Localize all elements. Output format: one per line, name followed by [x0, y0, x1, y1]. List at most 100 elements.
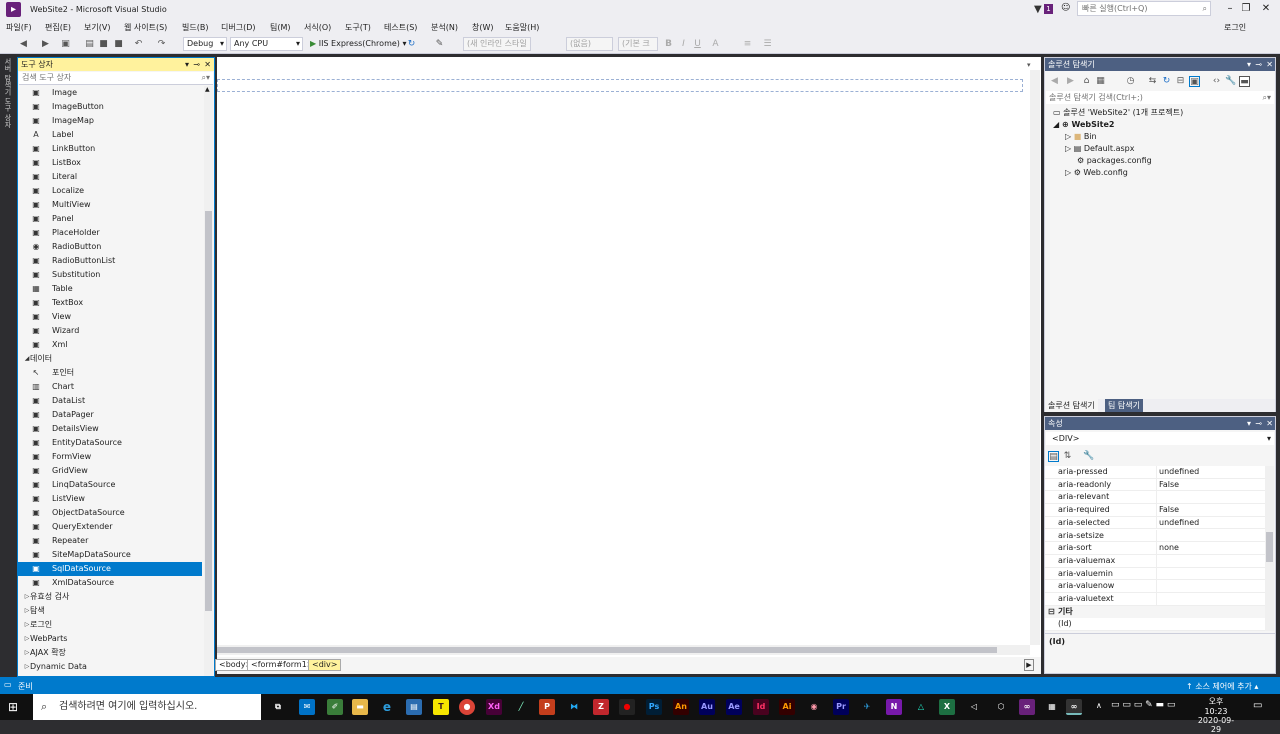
back-icon[interactable]: ◀: [1049, 76, 1060, 87]
alphabetical-icon[interactable]: ⇅: [1062, 451, 1073, 462]
breadcrumb-div[interactable]: <div>: [308, 659, 342, 671]
notification-icon[interactable]: 1: [1044, 4, 1053, 14]
tab-solution-explorer[interactable]: 솔루션 탐색기: [1045, 399, 1098, 412]
toolbox-item[interactable]: ▣ SqlDataSource: [18, 562, 202, 576]
menu-edit[interactable]: 편집(E): [45, 22, 71, 33]
property-row[interactable]: aria-required False: [1045, 504, 1265, 517]
collapse-all-icon[interactable]: ⊟: [1175, 76, 1186, 87]
list-icon[interactable]: ☰: [762, 39, 773, 50]
underline-icon[interactable]: U: [692, 39, 703, 50]
menu-tools[interactable]: 도구(T): [345, 22, 371, 33]
refresh-icon[interactable]: ↻: [1161, 76, 1172, 87]
packages-config-node[interactable]: ⚙ packages.config: [1077, 155, 1152, 167]
toolbox-item[interactable]: ▣ QueryExtender: [18, 520, 202, 534]
scroll-thumb[interactable]: [1266, 532, 1273, 562]
bin-folder-node[interactable]: ▷ ■ Bin: [1065, 131, 1097, 143]
toolbox-item[interactable]: ▣ SiteMapDataSource: [18, 548, 202, 562]
chrome-icon[interactable]: ●: [459, 699, 475, 715]
pin-icon[interactable]: ⊸: [1255, 58, 1262, 71]
filter-icon[interactable]: ▼: [1034, 4, 1042, 15]
preview-icon[interactable]: ▬: [1239, 76, 1250, 87]
toolbox-category[interactable]: ▷ AJAX 확장: [18, 646, 202, 660]
sync-icon[interactable]: ⇆: [1147, 76, 1158, 87]
toolbox-item[interactable]: ▣ XmlDataSource: [18, 576, 202, 590]
horizontal-scroll-thumb[interactable]: [217, 647, 997, 653]
visual-studio-active-icon[interactable]: ∞: [1066, 699, 1082, 715]
align-icon[interactable]: ≡: [742, 39, 753, 50]
tray-chevron-icon[interactable]: ∧: [1096, 701, 1102, 710]
toolbox-item[interactable]: ↖ 포인터: [18, 366, 202, 380]
back-icon[interactable]: ◀: [18, 39, 29, 50]
property-row-id[interactable]: (Id): [1045, 618, 1265, 631]
app-icon[interactable]: ◉: [806, 699, 822, 715]
save-all-icon[interactable]: ■: [113, 39, 124, 50]
restore-button[interactable]: ❐: [1236, 3, 1256, 14]
breadcrumb-next-icon[interactable]: ▶: [1024, 659, 1034, 671]
sign-in-link[interactable]: 로그인: [1224, 22, 1246, 33]
show-all-files-icon[interactable]: ▣: [1189, 76, 1200, 87]
toolbox-item[interactable]: ▣ FormView: [18, 450, 202, 464]
scroll-up-icon[interactable]: ▲: [205, 86, 210, 93]
forward-icon[interactable]: ▶: [40, 39, 51, 50]
source-control-button[interactable]: ↑ 소스 제어에 추가 ▴: [1186, 681, 1258, 692]
property-row[interactable]: aria-valuemax: [1045, 554, 1265, 568]
color-icon[interactable]: A: [710, 39, 721, 50]
web-config-node[interactable]: ▷ ⚙ Web.config: [1065, 167, 1128, 179]
close-icon[interactable]: ✕: [204, 58, 211, 71]
audition-icon[interactable]: Au: [699, 699, 715, 715]
toolbox-item[interactable]: ▣ ImageButton: [18, 100, 202, 114]
property-row[interactable]: aria-relevant: [1045, 491, 1265, 505]
property-value[interactable]: undefined: [1159, 466, 1199, 478]
notification-center-icon[interactable]: ▭: [1253, 700, 1262, 711]
powerpoint-icon[interactable]: P: [539, 699, 555, 715]
adobe-xd-icon[interactable]: Xd: [486, 699, 502, 715]
toolbox-item[interactable]: ▣ EntityDataSource: [18, 436, 202, 450]
indesign-icon[interactable]: Id: [753, 699, 769, 715]
project-node[interactable]: ◢ ⊕ WebSite2: [1053, 119, 1114, 131]
breadcrumb-form[interactable]: <form#form1>: [247, 659, 318, 671]
toolbox-item[interactable]: ▣ Localize: [18, 184, 202, 198]
style-select[interactable]: (새 인라인 스타일: [463, 37, 531, 51]
tab-team-explorer[interactable]: 팀 탐색기: [1105, 399, 1143, 412]
feedback-icon[interactable]: ☺: [1061, 3, 1070, 13]
windows-start-icon[interactable]: ⊞: [8, 700, 18, 714]
property-row[interactable]: aria-selected undefined: [1045, 516, 1265, 530]
record-icon[interactable]: ●: [619, 699, 635, 715]
close-icon[interactable]: ✕: [1266, 58, 1273, 71]
toolbox-category[interactable]: ▷ 탐색: [18, 604, 202, 618]
target-rule-select[interactable]: (없음): [566, 37, 613, 51]
app-icon[interactable]: ✐: [327, 699, 343, 715]
undo-icon[interactable]: ↶: [133, 39, 144, 50]
menu-build[interactable]: 빌드(B): [182, 22, 208, 33]
scroll-thumb[interactable]: [205, 211, 212, 611]
toolbox-item[interactable]: ▣ MultiView: [18, 198, 202, 212]
redo-icon[interactable]: ↷: [156, 39, 167, 50]
menu-team[interactable]: 팀(M): [270, 22, 291, 33]
properties-icon[interactable]: 🔧: [1225, 76, 1236, 87]
file-explorer-icon[interactable]: ▬: [352, 699, 368, 715]
property-row[interactable]: aria-valuemin: [1045, 567, 1265, 581]
font-select[interactable]: (기본 크: [618, 37, 658, 51]
browser-link-icon[interactable]: ✎: [434, 39, 445, 50]
italic-icon[interactable]: I: [678, 39, 689, 50]
toolbox-item[interactable]: ▣ Wizard: [18, 324, 202, 338]
toolbox-item[interactable]: ▣ RadioButtonList: [18, 254, 202, 268]
menu-help[interactable]: 도움말(H): [505, 22, 539, 33]
toolbox-scrollbar[interactable]: ▲: [204, 86, 213, 676]
pin-icon[interactable]: ⊸: [193, 58, 200, 71]
toolbox-item[interactable]: ▣ ObjectDataSource: [18, 506, 202, 520]
toolbox-category[interactable]: ▷ 유효성 검사: [18, 590, 202, 604]
after-effects-icon[interactable]: Ae: [726, 699, 742, 715]
property-value[interactable]: False: [1159, 504, 1179, 516]
toolbox-item[interactable]: ▣ Repeater: [18, 534, 202, 548]
property-row[interactable]: aria-pressed undefined: [1045, 466, 1265, 479]
property-row[interactable]: aria-sort none: [1045, 542, 1265, 555]
toolbox-item[interactable]: ◉ RadioButton: [18, 240, 202, 254]
property-row[interactable]: aria-valuenow: [1045, 580, 1265, 593]
property-value[interactable]: undefined: [1159, 517, 1199, 529]
unity-hub-icon[interactable]: ⬡: [993, 699, 1009, 715]
task-view-icon[interactable]: ⧉: [270, 699, 286, 715]
toolbox-item[interactable]: ▣ View: [18, 310, 202, 324]
menu-view[interactable]: 보기(V): [84, 22, 110, 33]
editor-dropdown-icon[interactable]: ▾: [1027, 61, 1031, 69]
